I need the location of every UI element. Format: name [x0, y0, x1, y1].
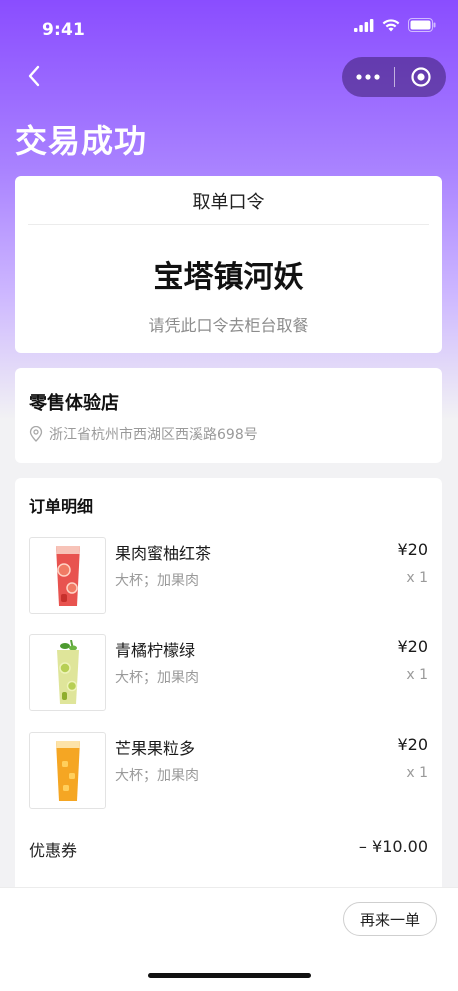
location-pin-icon	[29, 426, 43, 442]
item-quantity: x 1	[406, 570, 428, 586]
item-price: ¥20	[397, 637, 428, 656]
wifi-icon	[382, 18, 400, 31]
mango-drink-icon	[55, 740, 80, 801]
store-address-text: 浙江省杭州市西湖区西溪路698号	[49, 427, 258, 443]
battery-icon	[408, 18, 436, 32]
coupon-label: 优惠券	[29, 841, 78, 860]
more-button[interactable]	[342, 57, 394, 97]
item-spec: 大杯；加果肉	[115, 573, 199, 589]
pickup-code-label: 取单口令	[192, 192, 265, 213]
more-dots-icon	[356, 74, 380, 80]
order-details-card: 订单明细 果肉蜜柚红茶 大杯；加果肉 ¥20 x 1 青橘柠檬绿 大杯；加果肉 …	[15, 478, 442, 908]
pickup-code-card: 取单口令 宝塔镇河妖 请凭此口令去柜台取餐	[15, 176, 442, 353]
signal-icon	[354, 18, 374, 32]
store-name: 零售体验店	[29, 393, 119, 414]
product-image	[29, 537, 106, 614]
item-quantity: x 1	[406, 667, 428, 683]
product-image	[29, 634, 106, 711]
bottom-action-bar: 再来一单	[0, 887, 458, 991]
target-close-icon	[410, 67, 431, 87]
mini-program-capsule	[342, 57, 446, 97]
item-quantity: x 1	[406, 765, 428, 781]
store-card: 零售体验店 浙江省杭州市西湖区西溪路698号	[15, 368, 442, 463]
reorder-button[interactable]: 再来一单	[343, 902, 437, 936]
item-price: ¥20	[397, 540, 428, 559]
store-address: 浙江省杭州市西湖区西溪路698号	[29, 424, 258, 444]
status-icons	[354, 18, 436, 32]
pickup-hint: 请凭此口令去柜台取餐	[148, 316, 309, 335]
back-button[interactable]	[22, 62, 46, 90]
red-tea-drink-icon	[55, 545, 80, 606]
home-indicator	[148, 973, 311, 978]
item-name: 青橘柠檬绿	[115, 641, 196, 660]
divider	[28, 224, 429, 225]
coupon-row: 优惠券 – ¥10.00	[29, 837, 428, 861]
chevron-left-icon	[28, 65, 40, 87]
status-bar: 9:41	[0, 0, 458, 56]
status-time: 9:41	[42, 20, 86, 40]
item-name: 果肉蜜柚红茶	[115, 544, 212, 563]
pickup-code: 宝塔镇河妖	[153, 260, 304, 295]
order-details-title: 订单明细	[29, 497, 94, 516]
order-item: 芒果果粒多 大杯；加果肉 ¥20 x 1	[29, 732, 428, 810]
order-item: 果肉蜜柚红茶 大杯；加果肉 ¥20 x 1	[29, 537, 428, 615]
product-image	[29, 732, 106, 809]
coupon-value: – ¥10.00	[358, 837, 428, 856]
item-spec: 大杯；加果肉	[115, 670, 199, 686]
item-price: ¥20	[397, 735, 428, 754]
order-item: 青橘柠檬绿 大杯；加果肉 ¥20 x 1	[29, 634, 428, 712]
green-citrus-drink-icon	[56, 639, 79, 704]
close-mini-program-button[interactable]	[395, 57, 446, 97]
page-title: 交易成功	[15, 122, 148, 160]
item-spec: 大杯；加果肉	[115, 768, 199, 784]
item-name: 芒果果粒多	[115, 739, 196, 758]
